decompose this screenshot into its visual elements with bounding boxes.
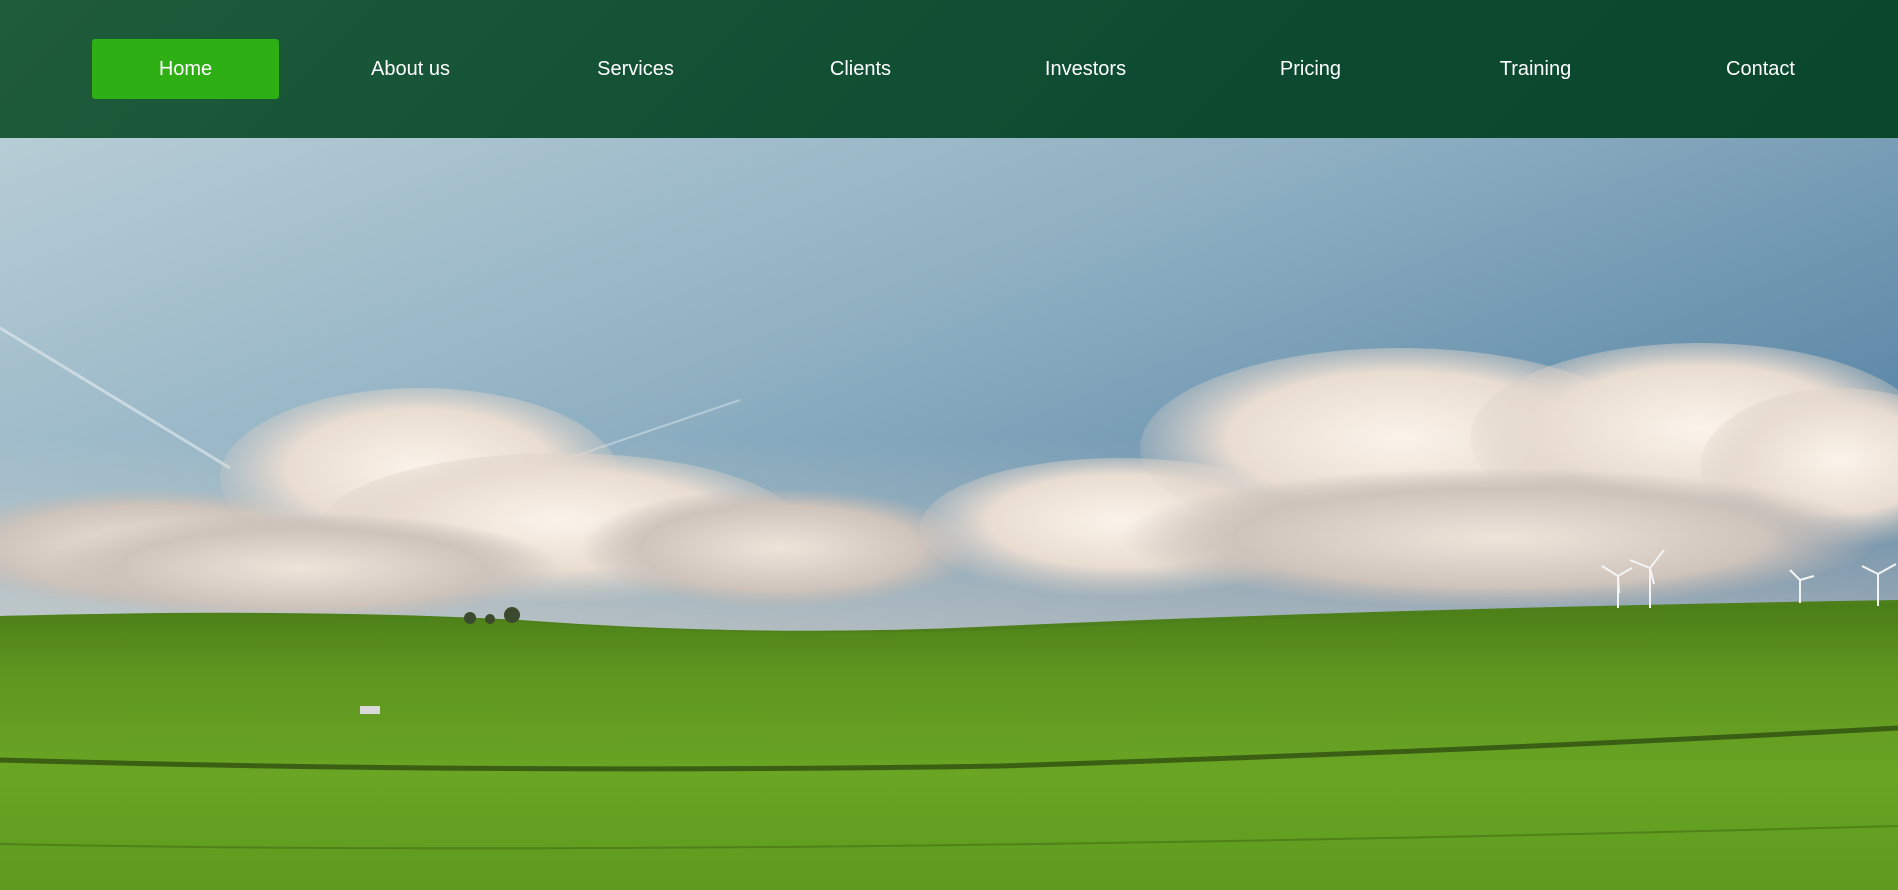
nav-menu: Home About us Services Clients Investors…: [92, 39, 1854, 99]
nav-item-services[interactable]: Services: [542, 39, 729, 99]
nav-item-training[interactable]: Training: [1442, 39, 1629, 99]
small-shed: [360, 706, 380, 714]
nav-item-about-us[interactable]: About us: [317, 39, 504, 99]
landscape-illustration: [0, 138, 1898, 890]
hero-landscape-image: [0, 138, 1898, 890]
top-navigation-bar: Home About us Services Clients Investors…: [0, 0, 1898, 138]
nav-item-investors[interactable]: Investors: [992, 39, 1179, 99]
nav-item-contact[interactable]: Contact: [1667, 39, 1854, 99]
page: Home About us Services Clients Investors…: [0, 0, 1898, 890]
nav-item-pricing[interactable]: Pricing: [1217, 39, 1404, 99]
nav-item-home[interactable]: Home: [92, 39, 279, 99]
nav-item-clients[interactable]: Clients: [767, 39, 954, 99]
